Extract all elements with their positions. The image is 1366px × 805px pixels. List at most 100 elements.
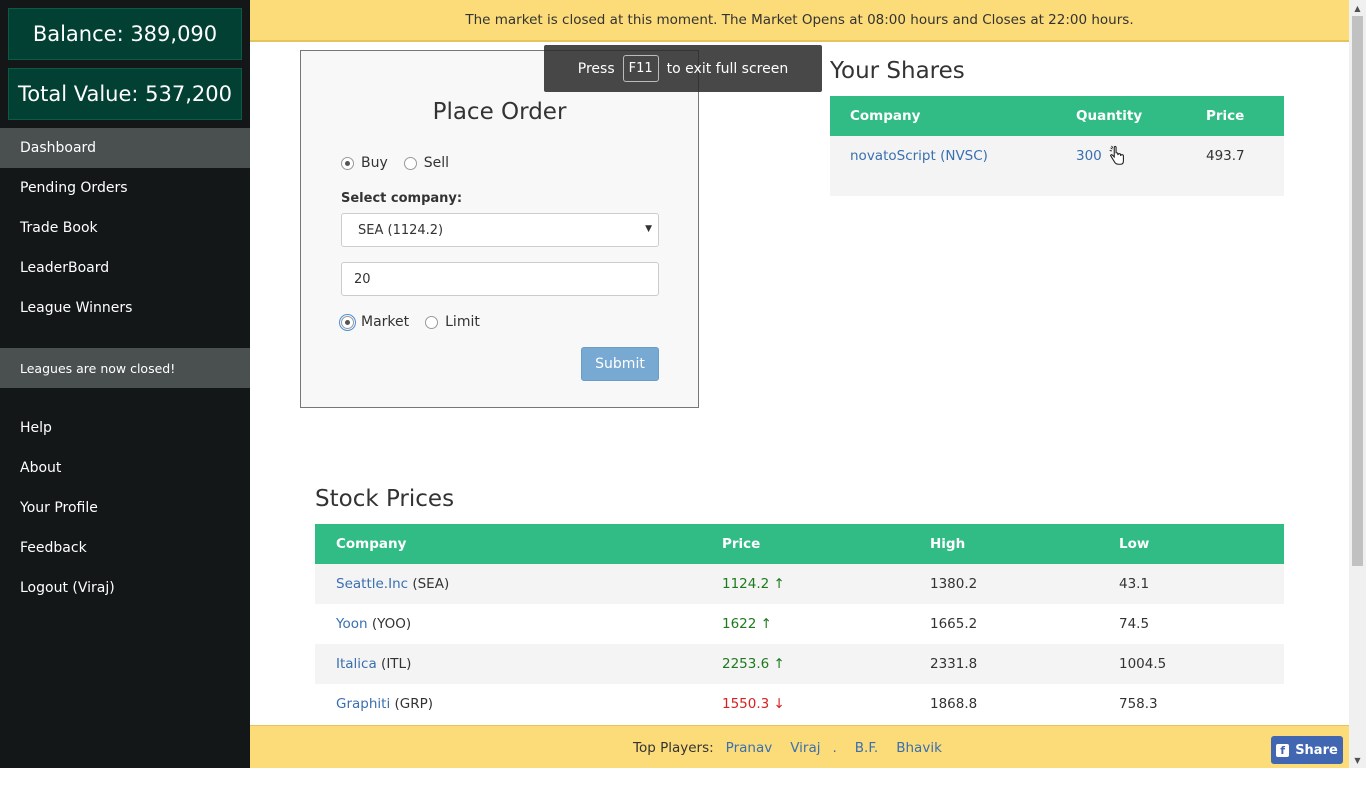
your-shares-title: Your Shares (830, 58, 965, 84)
total-value-box: Total Value: 537,200 (8, 68, 242, 120)
company-code: (GRP) (394, 696, 434, 712)
company-cell: Seattle.Inc (SEA) (336, 564, 449, 604)
shares-header-quantity: Quantity (1076, 108, 1143, 124)
nav-help[interactable]: Help (0, 408, 250, 448)
leagues-closed-notice: Leagues are now closed! (0, 348, 250, 388)
share-price-cell: 493.7 (1206, 148, 1245, 164)
nav-leaderboard[interactable]: LeaderBoard (0, 248, 250, 288)
vertical-scrollbar[interactable]: ▲ ▼ (1349, 0, 1366, 768)
share-label: Share (1295, 742, 1338, 758)
company-code: (ITL) (381, 656, 412, 672)
quantity-input[interactable] (341, 262, 659, 296)
share-quantity-link[interactable]: 300 (1076, 148, 1102, 164)
company-cell: Graphiti (GRP) (336, 684, 433, 724)
price-cell: 2253.6 ↑ (722, 656, 785, 672)
order-side-group: Buy Sell (341, 155, 465, 171)
scroll-down-arrow-icon[interactable]: ▼ (1349, 752, 1366, 768)
nav-pending-orders[interactable]: Pending Orders (0, 168, 250, 208)
nav-league-winners[interactable]: League Winners (0, 288, 250, 328)
stock-prices-title: Stock Prices (315, 486, 455, 512)
place-order-title: Place Order (432, 99, 567, 125)
low-cell: 74.5 (1119, 616, 1150, 632)
table-row: novatoScript (NVSC) 300 493.7 (830, 136, 1284, 176)
top-players-list: Top Players: Pranav Viraj . B.F. Bhavik (633, 726, 948, 769)
prices-header-high: High (930, 536, 966, 552)
low-cell: 758.3 (1119, 696, 1158, 712)
share-company-link[interactable]: novatoScript (NVSC) (850, 136, 988, 176)
fullscreen-tooltip: Press F11 to exit full screen (544, 45, 822, 92)
table-row: Graphiti (GRP) 1550.3 ↓ 1868.8 758.3 (315, 684, 1284, 724)
nav-trade-book[interactable]: Trade Book (0, 208, 250, 248)
high-cell: 1868.8 (930, 696, 978, 712)
company-select-value: SEA (1124.2) (358, 222, 444, 238)
high-cell: 2331.8 (930, 656, 978, 672)
nav-dashboard[interactable]: Dashboard (0, 128, 250, 168)
scroll-up-arrow-icon[interactable]: ▲ (1349, 0, 1366, 16)
limit-label[interactable]: Limit (445, 314, 480, 330)
market-radio[interactable] (339, 313, 356, 331)
buy-label[interactable]: Buy (361, 155, 388, 171)
low-cell: 1004.5 (1119, 656, 1167, 672)
table-row: Yoon (YOO) 1622 ↑ 1665.2 74.5 (315, 604, 1284, 644)
nav-your-profile[interactable]: Your Profile (0, 488, 250, 528)
high-cell: 1380.2 (930, 576, 978, 592)
f11-key: F11 (622, 55, 659, 82)
top-players-footer: Top Players: Pranav Viraj . B.F. Bhavik … (250, 725, 1349, 768)
low-cell: 43.1 (1119, 576, 1150, 592)
prices-header-price: Price (722, 536, 761, 552)
shares-header-company: Company (850, 108, 921, 124)
high-cell: 1665.2 (930, 616, 978, 632)
limit-radio[interactable] (425, 315, 439, 329)
player-link[interactable]: . (832, 740, 836, 756)
company-cell: Italica (ITL) (336, 644, 411, 684)
company-code: (YOO) (371, 616, 412, 632)
player-link[interactable]: B.F. (855, 740, 878, 756)
banner-text: The market is closed at this moment. The… (465, 12, 1134, 28)
company-link[interactable]: Seattle.Inc (336, 576, 408, 592)
prices-header-row: Company Price High Low (315, 524, 1284, 564)
buy-radio[interactable] (341, 156, 354, 170)
player-link[interactable]: Pranav (726, 740, 773, 756)
shares-header-price: Price (1206, 108, 1245, 124)
company-link[interactable]: Italica (336, 656, 377, 672)
shares-table-footer (830, 176, 1284, 196)
share-quantity-cell: 300 (1076, 136, 1128, 176)
stock-prices-table: Company Price High Low Seattle.Inc (SEA)… (315, 524, 1284, 724)
table-row: Seattle.Inc (SEA) 1124.2 ↑ 1380.2 43.1 (315, 564, 1284, 604)
price-cell: 1550.3 ↓ (722, 696, 785, 712)
facebook-share-button[interactable]: f Share (1271, 736, 1343, 764)
shares-header-row: Company Quantity Price (830, 96, 1284, 136)
sell-radio[interactable] (403, 156, 417, 170)
top-players-label: Top Players: (633, 739, 714, 756)
chevron-down-icon: ▼ (645, 224, 652, 234)
nav-feedback[interactable]: Feedback (0, 528, 250, 568)
table-row: Italica (ITL) 2253.6 ↑ 2331.8 1004.5 (315, 644, 1284, 684)
market-label[interactable]: Market (361, 314, 409, 330)
facebook-icon: f (1276, 743, 1290, 757)
select-company-label: Select company: (341, 191, 463, 206)
submit-button[interactable]: Submit (581, 347, 659, 381)
nav-about[interactable]: About (0, 448, 250, 488)
company-link[interactable]: Graphiti (336, 696, 390, 712)
place-order-card: Place Order Buy Sell Select company: SEA… (300, 50, 699, 408)
player-link[interactable]: Bhavik (896, 740, 942, 756)
price-cell: 1124.2 ↑ (722, 576, 785, 592)
fullscreen-tip-suffix: to exit full screen (666, 60, 789, 77)
prices-header-low: Low (1119, 536, 1150, 552)
balance-box: Balance: 389,090 (8, 8, 242, 60)
player-link[interactable]: Viraj (790, 740, 820, 756)
bottom-blank-strip (0, 768, 1366, 805)
balance-text: Balance: 389,090 (32, 22, 218, 46)
fullscreen-tip-prefix: Press (577, 60, 615, 77)
nav-logout[interactable]: Logout (Viraj) (0, 568, 250, 608)
company-cell: Yoon (YOO) (336, 604, 411, 644)
total-value-text: Total Value: 537,200 (18, 82, 232, 106)
price-cell: 1622 ↑ (722, 616, 772, 632)
hand-pointer-icon (1109, 145, 1124, 165)
prices-header-company: Company (336, 536, 407, 552)
sell-label[interactable]: Sell (424, 155, 449, 171)
company-link[interactable]: Yoon (336, 616, 368, 632)
company-select[interactable]: SEA (1124.2) ▼ (341, 213, 659, 247)
company-code: (SEA) (412, 576, 450, 592)
scroll-thumb[interactable] (1352, 16, 1363, 566)
